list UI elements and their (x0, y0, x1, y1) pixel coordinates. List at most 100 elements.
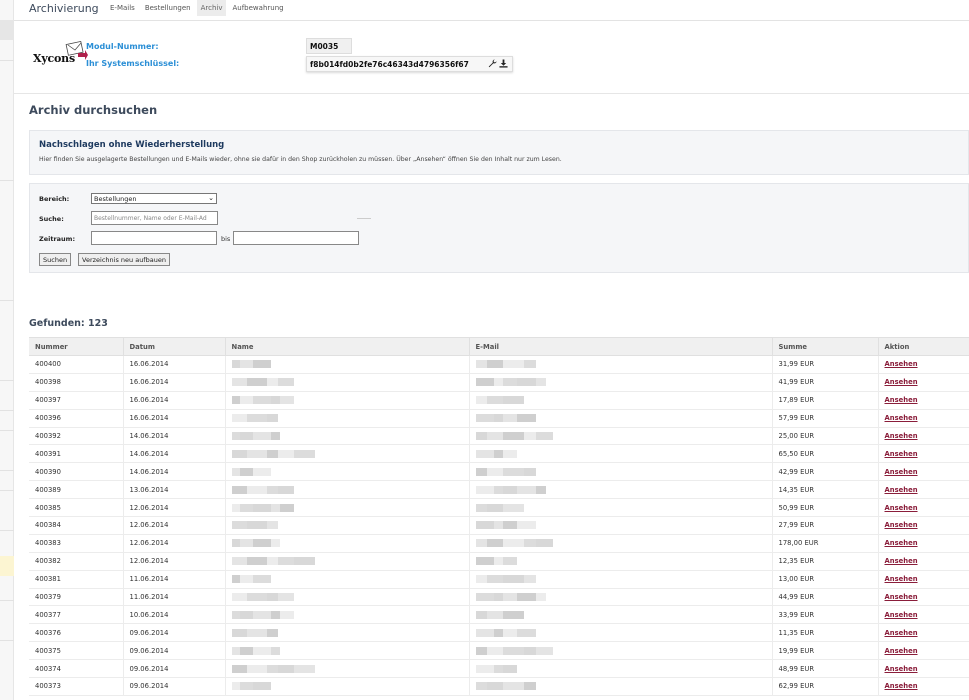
view-link[interactable]: Ansehen (885, 378, 918, 386)
redacted-pixel-block (486, 432, 503, 440)
redacted-pixel-block (231, 414, 247, 423)
cell-nummer: 400382 (29, 552, 123, 571)
redacted-pixel-block (516, 485, 536, 494)
redacted-pixel-block (516, 593, 536, 602)
tab-emails[interactable]: E-Mails (106, 0, 139, 16)
redacted-pixel-block (231, 360, 240, 369)
cell-name-redacted (224, 355, 469, 374)
redacted-pixel-block (502, 575, 524, 584)
cell-name-redacted (224, 605, 469, 625)
redacted-pixel-block (231, 449, 247, 458)
redacted-pixel-block (516, 628, 536, 637)
tab-aufbewahrung[interactable]: Aufbewahrung (228, 0, 287, 16)
view-link[interactable]: Ansehen (885, 611, 918, 619)
view-link[interactable]: Ansehen (885, 575, 918, 583)
divider-mark (357, 218, 371, 219)
redacted-pixel-block (231, 664, 247, 673)
view-link[interactable]: Ansehen (885, 396, 918, 404)
redacted-pixel-block (293, 449, 315, 458)
redacted-pixel-block (486, 646, 503, 655)
view-link[interactable]: Ansehen (885, 539, 918, 547)
cell-email-redacted (468, 391, 772, 410)
view-link[interactable]: Ansehen (885, 432, 918, 440)
download-icon[interactable] (499, 59, 508, 68)
redacted-pixel-block (266, 628, 278, 637)
info-box: Nachschlagen ohne Wiederherstellung Hier… (29, 130, 969, 175)
redacted-pixel-block (502, 646, 524, 655)
table-row: 400374 09.06.2014 48,99 EUR Ansehen (29, 659, 969, 679)
view-link[interactable]: Ansehen (885, 629, 918, 637)
redacted-pixel-block (475, 485, 494, 494)
cell-datum: 16.06.2014 (122, 391, 225, 410)
view-link[interactable]: Ansehen (885, 593, 918, 601)
redacted-pixel-block (239, 539, 253, 548)
sidebar-divider (0, 600, 14, 601)
column-header-nummer[interactable]: Nummer (29, 337, 123, 356)
redacted-pixel-block (523, 682, 536, 691)
redacted-pixel-block (502, 682, 524, 691)
redacted-pixel-block (475, 539, 487, 548)
redacted-pixel-block (279, 396, 294, 405)
cell-nummer: 400379 (29, 588, 123, 607)
view-link[interactable]: Ansehen (885, 360, 918, 368)
date-to-input[interactable] (233, 231, 359, 245)
redacted-pixel-block (239, 575, 253, 584)
column-header-summe[interactable]: Summe (771, 337, 878, 356)
cell-datum: 14.06.2014 (122, 444, 225, 464)
period-separator: bis (221, 235, 231, 243)
sidebar-block (0, 20, 14, 40)
wrench-icon[interactable] (488, 59, 497, 68)
results-count: Gefunden: 123 (29, 318, 108, 329)
table-row: 400381 11.06.2014 13,00 EUR Ansehen (29, 570, 969, 589)
view-link[interactable]: Ansehen (885, 557, 918, 565)
cell-datum: 16.06.2014 (122, 409, 225, 428)
column-header-name[interactable]: Name (224, 337, 469, 356)
table-row: 400379 11.06.2014 44,99 EUR Ansehen (29, 588, 969, 607)
view-link[interactable]: Ansehen (885, 450, 918, 458)
area-select[interactable]: Bestellungen ⌄ (91, 193, 217, 204)
column-header-datum[interactable]: Datum (122, 337, 225, 356)
cell-aktion: Ansehen (877, 427, 969, 446)
redacted-pixel-block (239, 503, 253, 512)
redacted-pixel-block (493, 449, 503, 458)
redacted-pixel-block (486, 503, 503, 512)
redacted-pixel-block (252, 432, 271, 440)
tab-bestellungen[interactable]: Bestellungen (141, 0, 195, 16)
redacted-pixel-block (475, 396, 487, 405)
view-link[interactable]: Ansehen (885, 468, 918, 476)
date-from-input[interactable] (91, 231, 217, 245)
redacted-pixel-block (493, 414, 503, 423)
view-link[interactable]: Ansehen (885, 504, 918, 512)
cell-aktion: Ansehen (877, 444, 969, 464)
search-button[interactable]: Suchen (39, 253, 72, 266)
redacted-pixel-block (231, 396, 240, 405)
table-row: 400373 09.06.2014 62,99 EUR Ansehen (29, 677, 969, 696)
cell-summe: 57,99 EUR (771, 409, 878, 428)
view-link[interactable]: Ansehen (885, 647, 918, 655)
redacted-pixel-block (239, 432, 253, 440)
cell-name-redacted (224, 444, 469, 464)
results-table-body: 400400 16.06.2014 31,99 EUR Ansehen 400398 16… (29, 355, 969, 696)
module-number-label: Modul-Nummer: (86, 42, 159, 51)
cell-aktion: Ansehen (877, 480, 969, 500)
cell-summe: 42,99 EUR (771, 462, 878, 482)
view-link[interactable]: Ansehen (885, 414, 918, 422)
redacted-pixel-block (502, 414, 517, 423)
view-link[interactable]: Ansehen (885, 521, 918, 529)
cell-email-redacted (468, 516, 772, 535)
redacted-pixel-block (502, 467, 524, 476)
column-header-email[interactable]: E-Mail (468, 337, 772, 356)
rebuild-index-button[interactable]: Verzeichnis neu aufbauen (78, 253, 170, 266)
sidebar-divider (0, 380, 14, 381)
cell-datum: 11.06.2014 (122, 570, 225, 589)
cell-email-redacted (468, 534, 772, 553)
redacted-pixel-block (266, 593, 278, 602)
view-link[interactable]: Ansehen (885, 486, 918, 494)
search-input[interactable]: Bestellnummer, Name oder E-Mail-Ad (91, 211, 218, 225)
redacted-pixel-block (252, 396, 271, 405)
view-link[interactable]: Ansehen (885, 682, 918, 690)
table-row: 400376 09.06.2014 11,35 EUR Ansehen (29, 623, 969, 643)
redacted-pixel-block (502, 485, 517, 494)
tab-archiv[interactable]: Archiv (196, 0, 227, 16)
view-link[interactable]: Ansehen (885, 665, 918, 673)
